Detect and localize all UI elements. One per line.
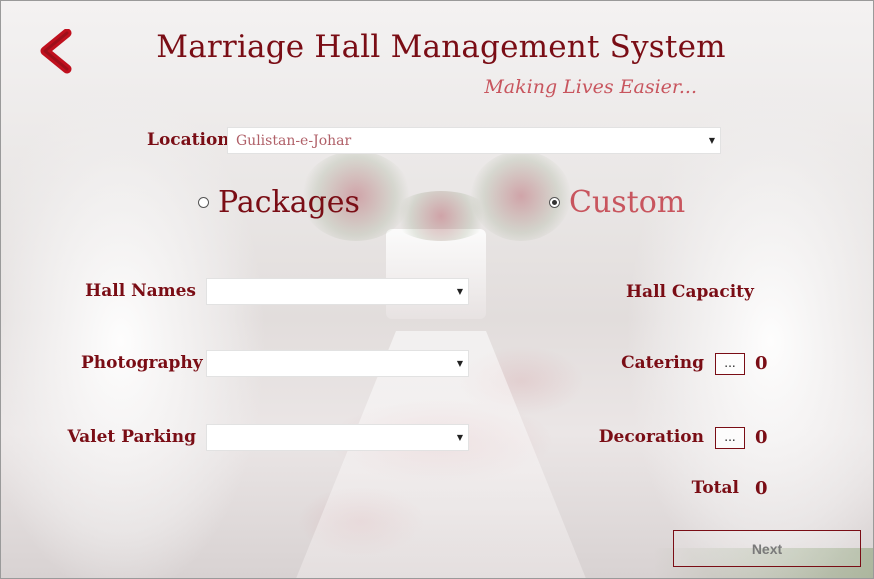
- packages-radio[interactable]: Packages: [198, 185, 360, 220]
- custom-radio[interactable]: Custom: [549, 185, 685, 220]
- photography-dropdown[interactable]: ▼: [206, 350, 469, 377]
- total-value: 0: [755, 478, 768, 499]
- decoration-label: Decoration: [598, 427, 704, 447]
- total-label: Total: [691, 478, 739, 498]
- dropdown-arrow-icon: ▼: [456, 359, 464, 368]
- location-label: Location: [147, 130, 230, 150]
- hall-names-label: Hall Names: [85, 281, 196, 301]
- app-title: Marriage Hall Management System: [156, 29, 726, 65]
- next-button[interactable]: Next: [673, 530, 861, 567]
- radio-indicator: [549, 197, 560, 208]
- app-subtitle: Making Lives Easier...: [484, 76, 697, 98]
- hall-capacity-label: Hall Capacity: [626, 282, 754, 302]
- catering-browse-button[interactable]: ...: [715, 353, 745, 375]
- decoration-value: 0: [755, 427, 768, 448]
- valet-parking-dropdown[interactable]: ▼: [206, 424, 469, 451]
- photography-label: Photography: [81, 353, 203, 373]
- location-dropdown[interactable]: Gulistan-e-Johar ▼: [227, 127, 721, 154]
- hall-names-dropdown[interactable]: ▼: [206, 278, 469, 305]
- catering-label: Catering: [621, 353, 704, 373]
- location-value: Gulistan-e-Johar: [236, 133, 352, 149]
- main-window: Marriage Hall Management System Making L…: [0, 0, 874, 579]
- packages-radio-label: Packages: [218, 185, 360, 220]
- catering-value: 0: [755, 353, 768, 374]
- dropdown-arrow-icon: ▼: [456, 287, 464, 296]
- dropdown-arrow-icon: ▼: [456, 433, 464, 442]
- dropdown-arrow-icon: ▼: [708, 136, 716, 145]
- custom-radio-label: Custom: [569, 185, 686, 220]
- radio-indicator: [198, 197, 209, 208]
- valet-parking-label: Valet Parking: [67, 427, 196, 447]
- decoration-browse-button[interactable]: ...: [715, 427, 745, 449]
